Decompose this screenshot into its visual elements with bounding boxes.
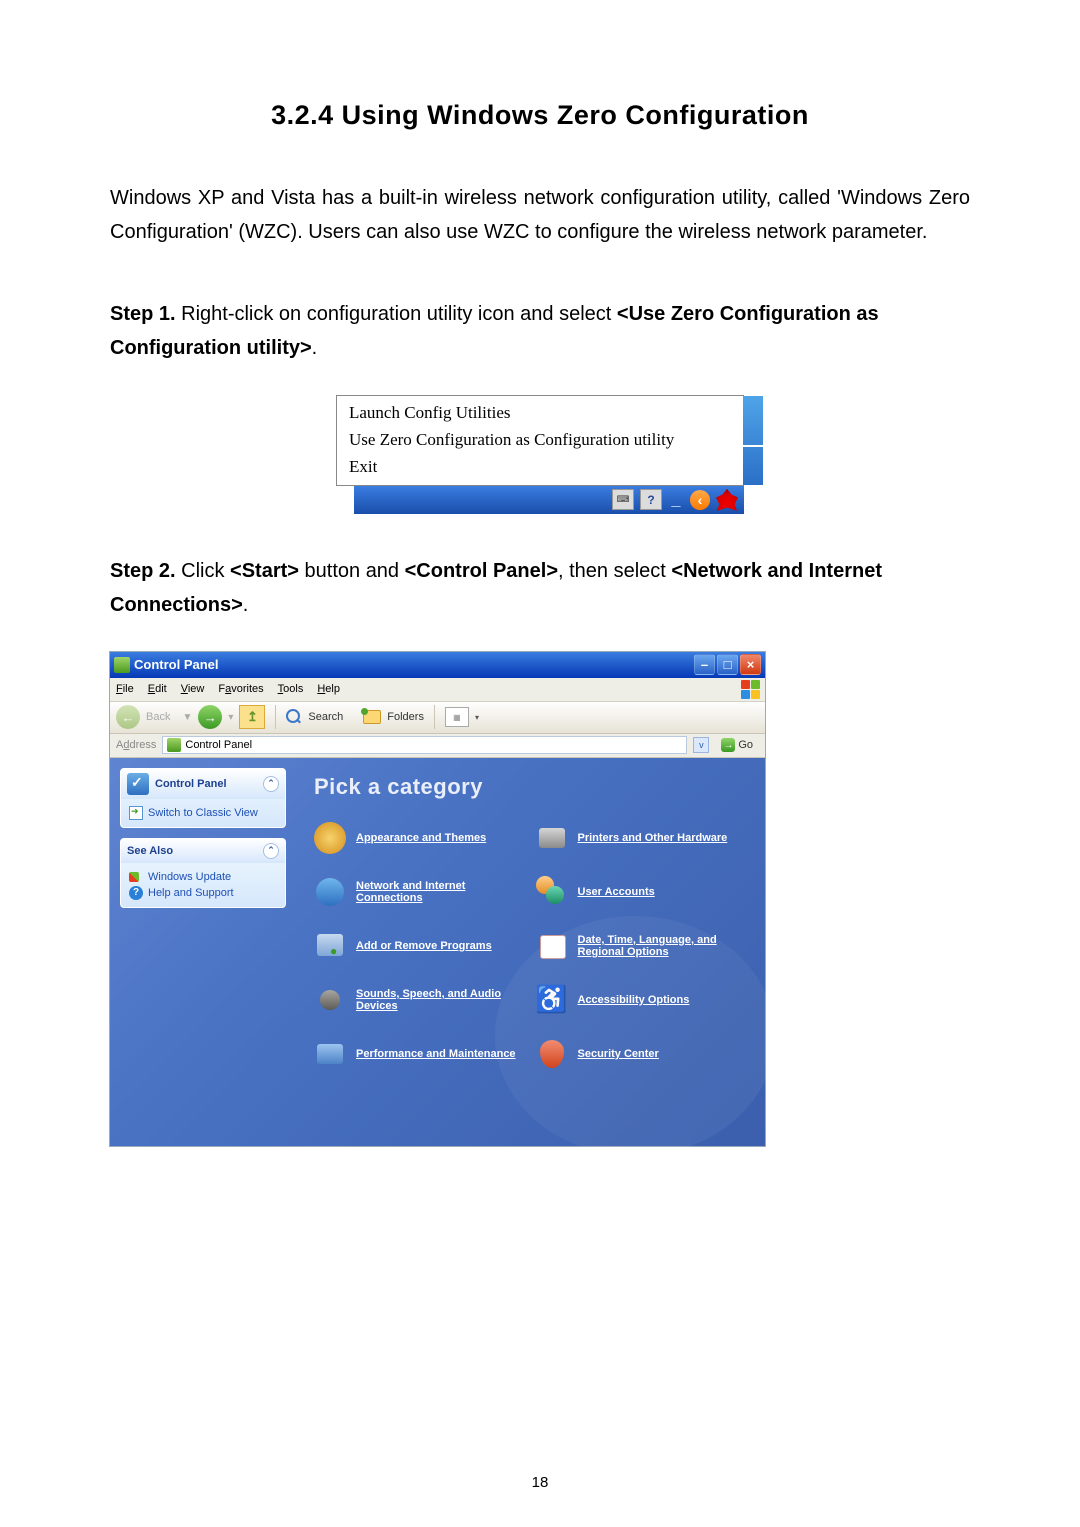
side-box-control-panel: Control Panel ⌃ Switch to Classic View (120, 768, 286, 828)
window-title: Control Panel (134, 657, 219, 672)
sounds-icon (314, 984, 346, 1016)
tray-side-strip (743, 396, 763, 485)
category-accessibility[interactable]: ♿ Accessibility Options (536, 984, 748, 1016)
collapse-icon-2[interactable]: ⌃ (263, 843, 279, 859)
go-arrow-icon: → (721, 738, 735, 752)
collapse-icon[interactable]: ⌃ (263, 776, 279, 792)
category-grid: Appearance and Themes Printers and Other… (314, 822, 747, 1070)
printers-icon (536, 822, 568, 854)
performance-icon (314, 1038, 346, 1070)
help-icon (129, 886, 143, 900)
windows-update-link[interactable]: Windows Update (129, 869, 277, 885)
back-button[interactable]: ← (116, 705, 140, 729)
category-appearance[interactable]: Appearance and Themes (314, 822, 526, 854)
ctx-exit[interactable]: Exit (337, 454, 743, 481)
menu-view[interactable]: View (181, 683, 205, 695)
side-box-see-also: See Also ⌃ Windows Update Help and Suppo… (120, 838, 286, 908)
tray-expand-icon[interactable]: ‹ (690, 490, 710, 510)
step-2-label: Step 2. (110, 560, 176, 582)
section-heading: 3.2.4 Using Windows Zero Configuration (110, 100, 970, 131)
control-panel-icon (114, 657, 130, 673)
windows-update-icon (129, 870, 143, 884)
side-box1-title: Control Panel (155, 778, 227, 790)
page-number: 18 (0, 1474, 1080, 1491)
back-label: Back (146, 711, 170, 723)
address-item-icon (167, 738, 181, 752)
menu-favorites[interactable]: Favorites (218, 683, 263, 695)
add-remove-icon (314, 930, 346, 962)
address-value: Control Panel (185, 739, 252, 751)
side-box2-title: See Also (127, 845, 173, 857)
main-area: Pick a category Appearance and Themes Pr… (296, 758, 765, 1146)
address-dropdown-icon[interactable]: v (693, 737, 709, 753)
side-box-head: Control Panel ⌃ (121, 769, 285, 799)
back-dropdown-icon[interactable]: ▼ (182, 712, 192, 723)
forward-dropdown-icon[interactable]: ▾ (228, 712, 233, 723)
side-box2-head: See Also ⌃ (121, 839, 285, 863)
menu-edit[interactable]: Edit (148, 683, 167, 695)
toolbar: ← Back ▼ → ▾ ↥ Search Folders ▦ ▾ (110, 702, 765, 734)
control-panel-box-icon (127, 773, 149, 795)
menubar: File Edit View Favorites Tools Help (110, 678, 765, 702)
switch-classic-view-link[interactable]: Switch to Classic View (129, 805, 277, 821)
network-icon (314, 876, 346, 908)
security-icon (536, 1038, 568, 1070)
category-performance[interactable]: Performance and Maintenance (314, 1038, 526, 1070)
window-body: Control Panel ⌃ Switch to Classic View S… (110, 758, 765, 1146)
category-add-remove[interactable]: Add or Remove Programs (314, 930, 526, 962)
ctx-use-zero-config[interactable]: Use Zero Configuration as Configuration … (337, 427, 743, 454)
category-network[interactable]: Network and Internet Connections (314, 876, 526, 908)
go-label: Go (738, 739, 753, 751)
context-menu-figure: Launch Config Utilities Use Zero Configu… (110, 395, 970, 514)
menu-file[interactable]: File (116, 683, 134, 695)
menu-tools[interactable]: Tools (278, 683, 304, 695)
titlebar: Control Panel – □ × (110, 652, 765, 678)
intro-paragraph: Windows XP and Vista has a built-in wire… (110, 181, 970, 249)
step-1-label: Step 1. (110, 303, 176, 325)
views-dropdown-icon[interactable]: ▾ (475, 713, 479, 722)
folders-button[interactable]: Folders (387, 711, 424, 723)
address-input[interactable]: Control Panel (162, 736, 687, 754)
help-tray-icon[interactable]: ? (640, 489, 662, 510)
wireless-tray-icon[interactable] (716, 489, 738, 511)
appearance-icon (314, 822, 346, 854)
search-icon (286, 709, 302, 725)
users-icon (536, 876, 568, 908)
help-support-link[interactable]: Help and Support (129, 885, 277, 901)
category-security[interactable]: Security Center (536, 1038, 748, 1070)
search-button[interactable]: Search (308, 711, 343, 723)
toolbar-separator-2 (434, 705, 435, 729)
context-menu: Launch Config Utilities Use Zero Configu… (336, 395, 744, 486)
windows-logo-icon (741, 680, 761, 700)
forward-button[interactable]: → (198, 705, 222, 729)
toolbar-separator (275, 705, 276, 729)
accessibility-icon: ♿ (536, 984, 568, 1016)
step-2: Step 2. Click <Start> button and <Contro… (110, 554, 970, 622)
maximize-button[interactable]: □ (717, 654, 738, 675)
control-panel-window: Control Panel – □ × File Edit View Favor… (110, 652, 765, 1146)
switch-view-icon (129, 806, 143, 820)
datetime-icon (536, 930, 568, 962)
ctx-launch-config[interactable]: Launch Config Utilities (337, 400, 743, 427)
taskbar-strip: ⌨ ? _ ‹ (354, 486, 744, 514)
keyboard-tray-icon[interactable]: ⌨ (612, 489, 634, 510)
category-printers[interactable]: Printers and Other Hardware (536, 822, 748, 854)
views-button[interactable]: ▦ (445, 707, 469, 727)
category-users[interactable]: User Accounts (536, 876, 748, 908)
minimize-button[interactable]: – (694, 654, 715, 675)
address-label: Address (116, 739, 156, 751)
menu-help[interactable]: Help (317, 683, 340, 695)
step-1: Step 1. Right-click on configuration uti… (110, 297, 970, 365)
category-sounds[interactable]: Sounds, Speech, and Audio Devices (314, 984, 526, 1016)
up-folder-button[interactable]: ↥ (239, 705, 265, 729)
pick-category-title: Pick a category (314, 774, 747, 800)
folders-icon (363, 710, 381, 724)
side-panel: Control Panel ⌃ Switch to Classic View S… (110, 758, 296, 1146)
address-bar: Address Control Panel v → Go (110, 734, 765, 758)
category-datetime[interactable]: Date, Time, Language, and Regional Optio… (536, 930, 748, 962)
close-button[interactable]: × (740, 654, 761, 675)
tray-min-icon[interactable]: _ (668, 489, 684, 510)
go-button[interactable]: → Go (715, 736, 759, 754)
